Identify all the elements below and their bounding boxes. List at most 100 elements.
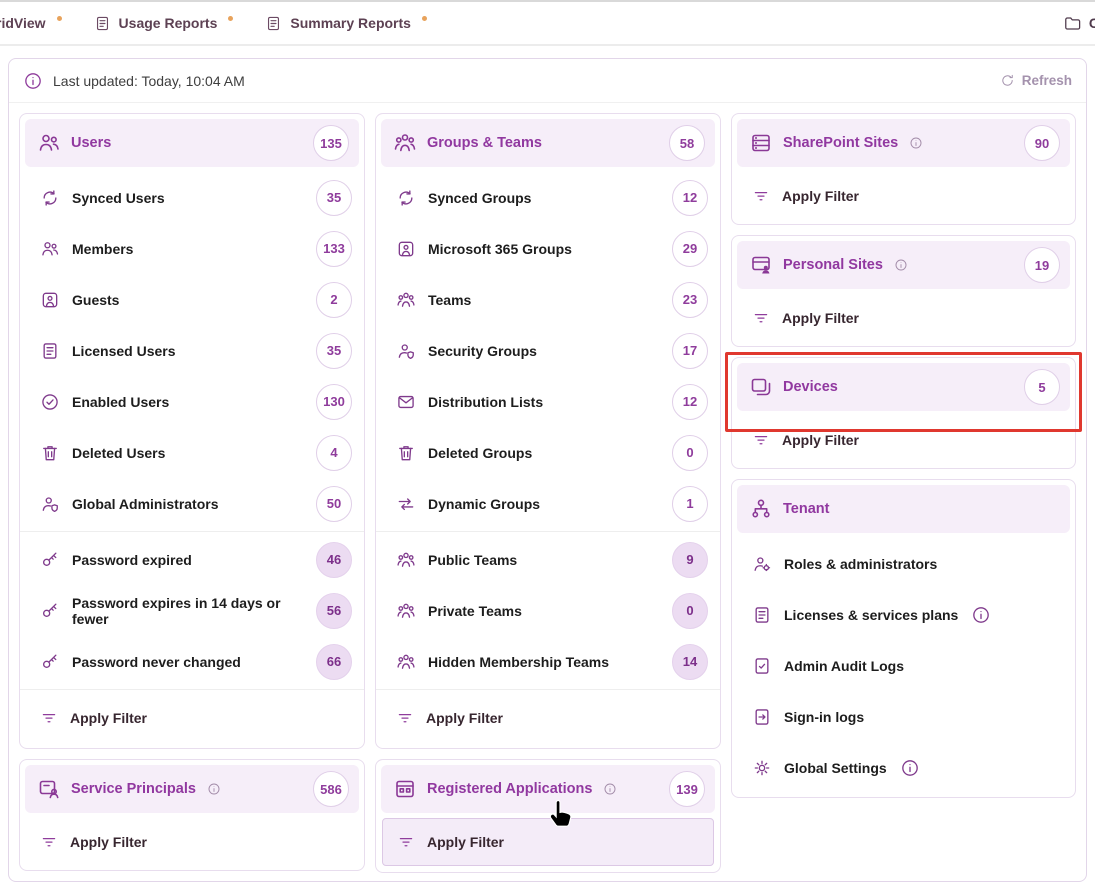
dashboard-panel: Last updated: Today, 10:04 AM Refresh Us…	[8, 58, 1087, 882]
card-header-groups-teams[interactable]: Groups & Teams 58	[381, 119, 715, 167]
card-sharepoint-sites: SharePoint Sites 90 Apply Filter	[731, 113, 1076, 225]
item-label: Microsoft 365 Groups	[428, 241, 572, 257]
list-item-roles-administrators[interactable]: Roles & administrators	[732, 538, 1075, 589]
card-title: Personal Sites	[783, 257, 883, 273]
personal-sites-icon	[749, 253, 773, 277]
tab-label: Usage Reports	[119, 15, 218, 31]
sharepoint-sites-icon	[749, 131, 773, 155]
card-header-registered-applications[interactable]: Registered Applications 139	[381, 765, 715, 813]
teams-icon	[396, 550, 416, 570]
item-label: Deleted Groups	[428, 445, 532, 461]
info-icon[interactable]	[603, 782, 617, 796]
item-label: Password expired	[72, 552, 192, 568]
list-item-licenses-services-plans[interactable]: Licenses & services plans	[732, 589, 1075, 640]
list-item-hidden-membership-teams[interactable]: Hidden Membership Teams 14	[376, 636, 720, 687]
apply-filter-sharepoint-sites[interactable]: Apply Filter	[732, 172, 1075, 220]
top-tab-bar: ridView Usage Reports Summary Reports C	[0, 0, 1095, 46]
card-header-devices[interactable]: Devices 5	[737, 363, 1070, 411]
card-registered-applications: Registered Applications 139 Apply Filter	[375, 759, 721, 873]
count-badge: 133	[316, 231, 352, 267]
tab-custom-reports[interactable]: C	[1063, 14, 1095, 33]
tab-status-dot	[228, 16, 233, 21]
count-badge: 5	[1024, 369, 1060, 405]
list-item-licensed-users[interactable]: Licensed Users 35	[20, 325, 364, 376]
gear-icon	[752, 758, 772, 778]
tab-label: C	[1089, 15, 1095, 31]
info-icon[interactable]	[900, 758, 920, 778]
card-title: SharePoint Sites	[783, 135, 898, 151]
list-item-security-groups[interactable]: Security Groups 17	[376, 325, 720, 376]
count-badge: 4	[316, 435, 352, 471]
apply-filter-groups[interactable]: Apply Filter	[376, 692, 720, 744]
item-label: Licenses & services plans	[784, 607, 958, 623]
list-item-enabled-users[interactable]: Enabled Users 130	[20, 376, 364, 427]
list-item-guests[interactable]: Guests 2	[20, 274, 364, 325]
list-item-global-settings[interactable]: Global Settings	[732, 742, 1075, 793]
refresh-button[interactable]: Refresh	[1000, 73, 1072, 88]
card-header-service-principals[interactable]: Service Principals 586	[25, 765, 359, 813]
list-item-deleted-groups[interactable]: Deleted Groups 0	[376, 427, 720, 478]
info-icon[interactable]	[909, 136, 923, 150]
report-icon	[94, 15, 111, 32]
filter-icon	[396, 709, 414, 727]
card-header-personal-sites[interactable]: Personal Sites 19	[737, 241, 1070, 289]
item-label: Security Groups	[428, 343, 537, 359]
info-icon[interactable]	[971, 605, 991, 625]
apply-filter-registered-applications[interactable]: Apply Filter	[382, 818, 714, 866]
trash-icon	[40, 443, 60, 463]
card-header-sharepoint-sites[interactable]: SharePoint Sites 90	[737, 119, 1070, 167]
list-item-password-expired[interactable]: Password expired 46	[20, 534, 364, 585]
license-icon	[40, 341, 60, 361]
sync-icon	[396, 188, 416, 208]
card-header-users[interactable]: Users 135	[25, 119, 359, 167]
item-label: Members	[72, 241, 133, 257]
devices-icon	[749, 375, 773, 399]
count-badge: 130	[316, 384, 352, 420]
count-badge: 56	[316, 593, 352, 629]
list-item-m365-groups[interactable]: Microsoft 365 Groups 29	[376, 223, 720, 274]
list-item-synced-users[interactable]: Synced Users 35	[20, 172, 364, 223]
tab-status-dot	[422, 16, 427, 21]
tab-summary-reports[interactable]: Summary Reports	[249, 2, 443, 44]
item-label: Hidden Membership Teams	[428, 654, 609, 670]
item-label: Password never changed	[72, 654, 241, 670]
list-item-private-teams[interactable]: Private Teams 0	[376, 585, 720, 636]
admin-shield-icon	[40, 494, 60, 514]
card-groups-teams: Groups & Teams 58 Synced Groups 12 Micro…	[375, 113, 721, 749]
divider	[376, 689, 720, 690]
item-label: Distribution Lists	[428, 394, 543, 410]
item-label: Roles & administrators	[784, 556, 937, 572]
list-item-signin-logs[interactable]: Sign-in logs	[732, 691, 1075, 742]
count-badge: 50	[316, 486, 352, 522]
list-item-admin-audit-logs[interactable]: Admin Audit Logs	[732, 640, 1075, 691]
apply-filter-users[interactable]: Apply Filter	[20, 692, 364, 744]
tab-status-dot	[57, 16, 62, 21]
count-badge: 0	[672, 593, 708, 629]
list-item-deleted-users[interactable]: Deleted Users 4	[20, 427, 364, 478]
apply-filter-personal-sites[interactable]: Apply Filter	[732, 294, 1075, 342]
apply-filter-service-principals[interactable]: Apply Filter	[20, 818, 364, 866]
tab-usage-reports[interactable]: Usage Reports	[78, 2, 250, 44]
count-badge: 14	[672, 644, 708, 680]
list-item-password-expires-soon[interactable]: Password expires in 14 days or fewer 56	[20, 585, 364, 636]
list-item-distribution-lists[interactable]: Distribution Lists 12	[376, 376, 720, 427]
card-header-tenant[interactable]: Tenant	[737, 485, 1070, 533]
count-badge: 46	[316, 542, 352, 578]
list-item-teams[interactable]: Teams 23	[376, 274, 720, 325]
tab-gridview[interactable]: ridView	[0, 2, 78, 44]
divider	[376, 531, 720, 532]
list-item-global-administrators[interactable]: Global Administrators 50	[20, 478, 364, 529]
card-title: Groups & Teams	[427, 135, 542, 151]
list-item-password-never-changed[interactable]: Password never changed 66	[20, 636, 364, 687]
info-icon[interactable]	[207, 782, 221, 796]
users-icon	[37, 131, 61, 155]
apply-filter-devices[interactable]: Apply Filter	[732, 416, 1075, 464]
info-icon[interactable]	[23, 71, 43, 91]
item-label: Synced Groups	[428, 190, 531, 206]
list-item-members[interactable]: Members 133	[20, 223, 364, 274]
info-icon[interactable]	[894, 258, 908, 272]
list-item-dynamic-groups[interactable]: Dynamic Groups 1	[376, 478, 720, 529]
list-item-synced-groups[interactable]: Synced Groups 12	[376, 172, 720, 223]
filter-icon	[752, 187, 770, 205]
list-item-public-teams[interactable]: Public Teams 9	[376, 534, 720, 585]
